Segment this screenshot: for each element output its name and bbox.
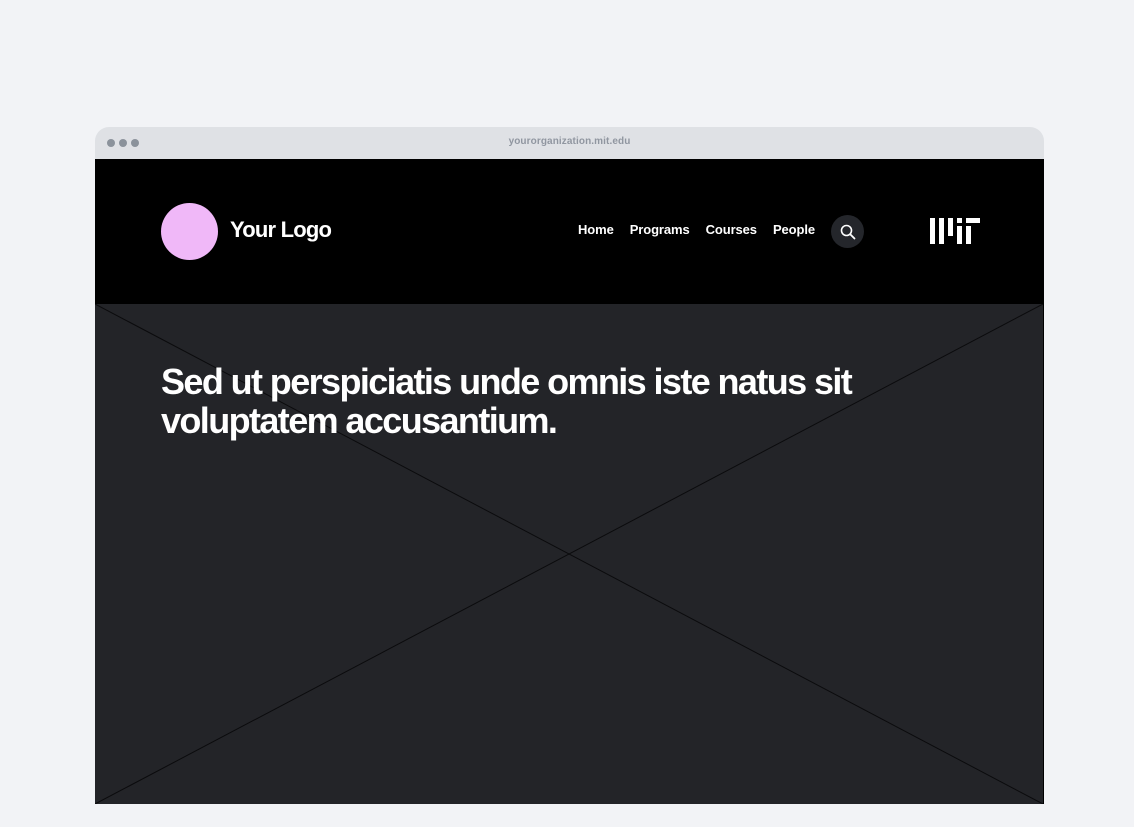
nav-item-courses[interactable]: Courses bbox=[706, 222, 757, 237]
search-icon bbox=[840, 224, 855, 239]
hero-headline: Sed ut perspiciatis unde omnis iste natu… bbox=[161, 361, 853, 441]
mit-logo[interactable] bbox=[930, 218, 980, 244]
nav-item-programs[interactable]: Programs bbox=[630, 222, 690, 237]
nav-item-home[interactable]: Home bbox=[578, 222, 614, 237]
logo-text[interactable]: Your Logo bbox=[230, 217, 332, 243]
search-button[interactable] bbox=[831, 215, 864, 248]
address-bar[interactable]: yourorganization.mit.edu bbox=[95, 136, 1044, 147]
logo-mark[interactable] bbox=[161, 203, 218, 260]
nav-item-people[interactable]: People bbox=[773, 222, 815, 237]
main-nav: Home Programs Courses People bbox=[578, 222, 815, 237]
browser-chrome: yourorganization.mit.edu bbox=[95, 127, 1044, 159]
site-header: Your Logo Home Programs Courses People bbox=[95, 159, 1044, 304]
browser-window: yourorganization.mit.edu Your Logo Home … bbox=[95, 127, 1044, 827]
hero-section: Sed ut perspiciatis unde omnis iste natu… bbox=[95, 304, 1044, 804]
